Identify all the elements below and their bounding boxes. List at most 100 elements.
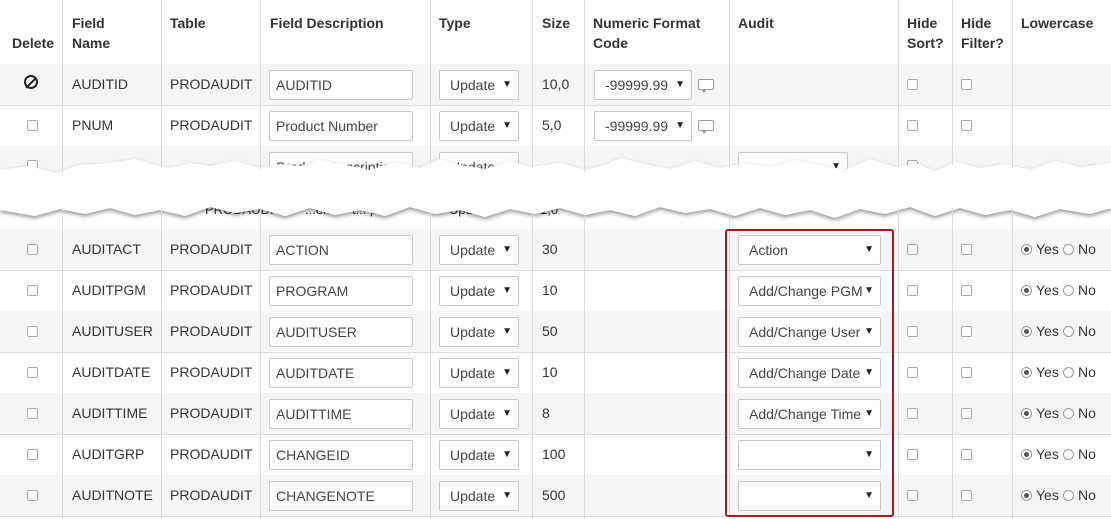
hide-filter-checkbox[interactable]: [961, 326, 972, 337]
caret-down-icon: ▼: [502, 490, 512, 501]
size-value: 50: [542, 323, 558, 339]
delete-checkbox[interactable]: [27, 490, 38, 501]
field-description-input[interactable]: Product Number: [269, 111, 413, 141]
field-description-input[interactable]: PROGRAM: [269, 276, 413, 306]
caret-down-icon: ▼: [502, 449, 512, 460]
column-divider: [430, 0, 431, 519]
delete-checkbox[interactable]: [27, 367, 38, 378]
size-value: 10: [542, 282, 558, 298]
hide-filter-checkbox[interactable]: [961, 120, 972, 131]
column-divider: [62, 0, 63, 519]
lowercase-no-radio[interactable]: [1063, 285, 1074, 296]
hide-sort-checkbox[interactable]: [907, 120, 918, 131]
lowercase-yes-label: Yes: [1036, 323, 1059, 339]
type-select[interactable]: Update ▼: [439, 70, 519, 100]
column-divider: [898, 0, 899, 519]
hide-filter-checkbox[interactable]: [961, 449, 972, 460]
hide-filter-checkbox[interactable]: [961, 408, 972, 419]
field-description-input[interactable]: AUDITID: [269, 70, 413, 100]
caret-down-icon: ▼: [502, 244, 512, 255]
numeric-format-select[interactable]: -99999.99 ▼: [594, 111, 692, 141]
field-description-input[interactable]: AUDITDATE: [269, 358, 413, 388]
lowercase-no-radio[interactable]: [1063, 408, 1074, 419]
hide-filter-checkbox[interactable]: [961, 285, 972, 296]
type-select[interactable]: Update ▼: [439, 111, 519, 141]
table-name: PRODAUDIT: [170, 117, 253, 133]
field-name: AUDITPGM: [72, 282, 146, 298]
lowercase-yes-radio[interactable]: [1021, 285, 1032, 296]
type-select[interactable]: Update ▼: [439, 235, 519, 265]
hide-sort-checkbox[interactable]: [907, 408, 918, 419]
lowercase-no-radio[interactable]: [1063, 367, 1074, 378]
caret-down-icon: ▼: [675, 79, 685, 90]
lowercase-yes-radio[interactable]: [1021, 326, 1032, 337]
column-divider: [161, 0, 162, 519]
delete-checkbox[interactable]: [27, 326, 38, 337]
field-description-input[interactable]: AUDITUSER: [269, 317, 413, 347]
field-description-input[interactable]: AUDITTIME: [269, 399, 413, 429]
lowercase-yes-radio[interactable]: [1021, 244, 1032, 255]
type-select-value: Update: [450, 242, 496, 258]
delete-checkbox[interactable]: [27, 244, 38, 255]
type-select[interactable]: Update ▼: [439, 440, 519, 470]
field-name: AUDITGRP: [72, 446, 145, 462]
hide-sort-checkbox[interactable]: [907, 244, 918, 255]
table-row: AUDITACT PRODAUDIT ACTION Update ▼ 30 Ac…: [0, 229, 1111, 271]
numeric-format-select[interactable]: -99999.99 ▼: [594, 70, 692, 100]
hide-sort-checkbox[interactable]: [907, 326, 918, 337]
lowercase-no-radio[interactable]: [1063, 490, 1074, 501]
lowercase-yes-label: Yes: [1036, 282, 1059, 298]
lowercase-yes-radio[interactable]: [1021, 367, 1032, 378]
delete-checkbox[interactable]: [27, 408, 38, 419]
header-hide-filter-line2: Filter?: [961, 35, 1004, 51]
type-select[interactable]: Update ▼: [439, 481, 519, 511]
type-select[interactable]: Update ▼: [439, 276, 519, 306]
type-select-value: Update: [450, 488, 496, 504]
lowercase-yes-radio[interactable]: [1021, 490, 1032, 501]
header-numeric-format-line1: Numeric Format: [593, 15, 701, 31]
caret-down-icon: ▼: [502, 285, 512, 296]
header-lowercase: Lowercase: [1021, 15, 1094, 31]
hide-filter-checkbox[interactable]: [961, 367, 972, 378]
hide-sort-checkbox[interactable]: [907, 285, 918, 296]
comment-icon[interactable]: [698, 79, 714, 93]
lowercase-no-radio[interactable]: [1063, 449, 1074, 460]
field-description-input[interactable]: CHANGEID: [269, 440, 413, 470]
header-type: Type: [439, 15, 471, 31]
type-select[interactable]: Update ▼: [439, 399, 519, 429]
type-select-value: Update: [450, 77, 496, 93]
hide-sort-checkbox[interactable]: [907, 367, 918, 378]
comment-icon[interactable]: [698, 120, 714, 134]
type-select-value: Update: [450, 118, 496, 134]
delete-checkbox[interactable]: [27, 120, 38, 131]
field-name: AUDITDATE: [72, 364, 151, 380]
hide-sort-checkbox[interactable]: [907, 449, 918, 460]
numeric-format-value: -99999.99: [605, 77, 669, 93]
hide-filter-checkbox[interactable]: [961, 79, 972, 90]
type-select-value: Update: [450, 406, 496, 422]
delete-checkbox[interactable]: [27, 449, 38, 460]
lowercase-no-radio[interactable]: [1063, 326, 1074, 337]
hide-filter-checkbox[interactable]: [961, 490, 972, 501]
type-select[interactable]: Update ▼: [439, 358, 519, 388]
hide-filter-checkbox[interactable]: [961, 244, 972, 255]
hide-sort-checkbox[interactable]: [907, 490, 918, 501]
table-row: AUDITUSER PRODAUDIT AUDITUSER Update ▼ 5…: [0, 311, 1111, 353]
table-name: PRODAUDIT: [170, 405, 253, 421]
type-select[interactable]: Update ▼: [439, 317, 519, 347]
audit-column-highlight: [725, 229, 894, 517]
header-hide-filter-line1: Hide: [961, 15, 992, 31]
table-header: Delete Field Name Table Field Descriptio…: [0, 0, 1111, 65]
header-field-name-line2: Name: [72, 35, 111, 51]
hide-sort-checkbox[interactable]: [907, 79, 918, 90]
lowercase-yes-radio[interactable]: [1021, 449, 1032, 460]
type-select-value: Update: [450, 447, 496, 463]
table-row: AUDITTIME PRODAUDIT AUDITTIME Update ▼ 8…: [0, 393, 1111, 435]
field-description-input[interactable]: ACTION: [269, 235, 413, 265]
lowercase-no-radio[interactable]: [1063, 244, 1074, 255]
table-name: PRODAUDIT: [170, 241, 253, 257]
field-description-input[interactable]: CHANGENOTE: [269, 481, 413, 511]
delete-checkbox[interactable]: [27, 285, 38, 296]
lowercase-yes-radio[interactable]: [1021, 408, 1032, 419]
lowercase-no-label: No: [1078, 364, 1096, 380]
